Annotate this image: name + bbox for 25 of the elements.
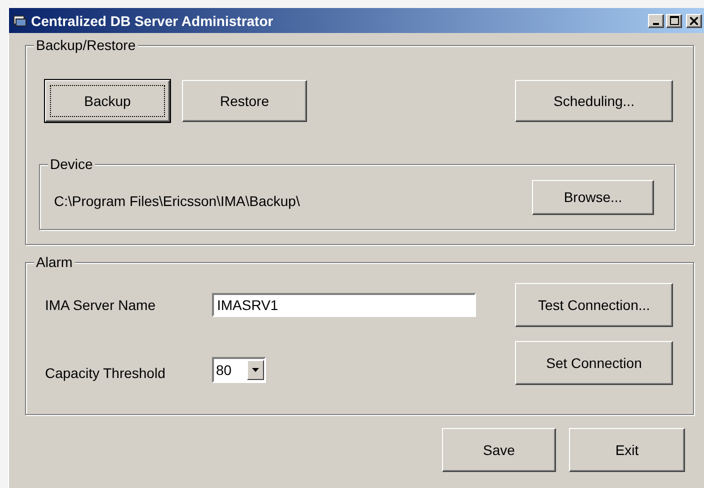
group-label: Device: [48, 156, 95, 172]
server-name-field[interactable]: IMASRV1: [212, 293, 476, 317]
action-button[interactable]: Restore: [182, 80, 307, 122]
close-icon: [690, 16, 698, 24]
dropdown-arrow-icon: [252, 368, 259, 372]
window-title: Centralized DB Server Administrator: [31, 12, 274, 28]
window-icon: [13, 14, 27, 26]
action-button[interactable]: Scheduling...: [515, 80, 673, 122]
group-label: Backup/Restore: [34, 37, 138, 53]
field-label: IMA Server Name: [45, 297, 156, 313]
minimize-button[interactable]: [648, 14, 664, 28]
maximize-button[interactable]: [666, 14, 682, 28]
field-label: Capacity Threshold: [45, 365, 166, 383]
device-path: C:\Program Files\Ericsson\IMA\Backup\: [54, 192, 300, 209]
close-button[interactable]: [686, 14, 702, 28]
dialog-button[interactable]: Save: [442, 428, 556, 472]
dialog-button[interactable]: Exit: [569, 428, 685, 472]
browse-button[interactable]: Browse...: [532, 180, 654, 214]
minimize-icon: [653, 22, 659, 24]
connection-button[interactable]: Test Connection...: [515, 283, 673, 327]
threshold-dropdown[interactable]: 80: [212, 357, 266, 383]
connection-button[interactable]: Set Connection: [515, 341, 673, 385]
action-button[interactable]: Backup: [45, 80, 170, 122]
maximize-icon: [670, 16, 678, 25]
group-label: Alarm: [34, 254, 75, 270]
